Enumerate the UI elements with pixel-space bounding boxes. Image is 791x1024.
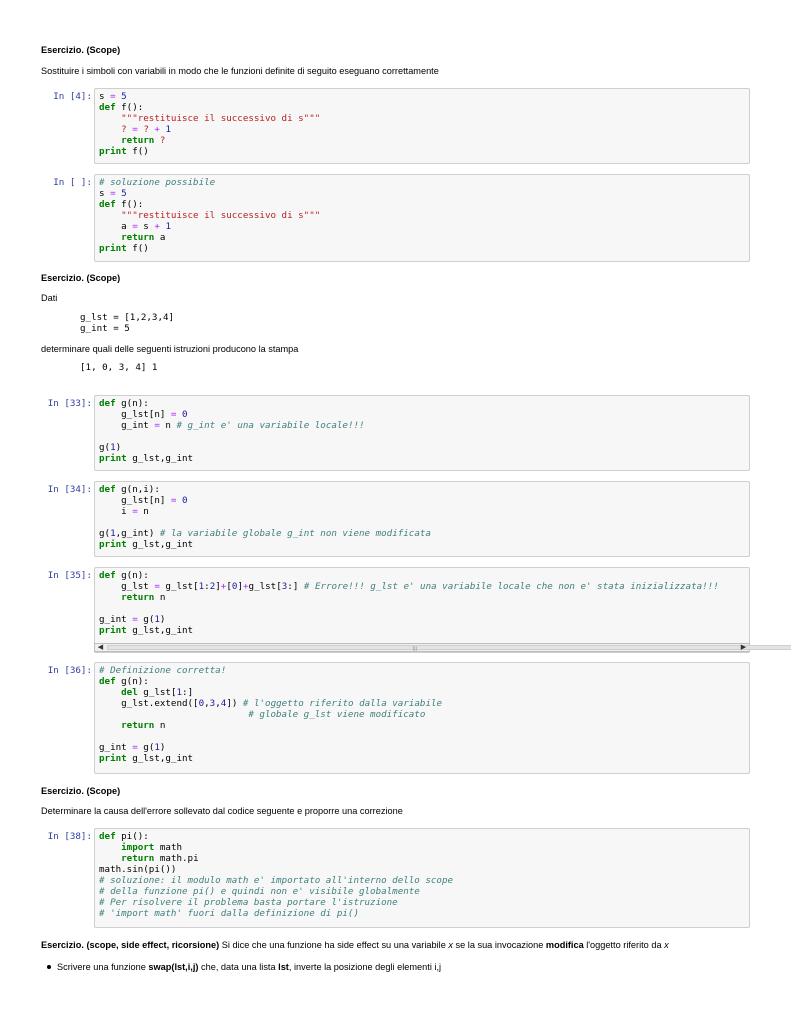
scroll-right-arrow-icon[interactable]: ▶	[739, 644, 748, 651]
scroll-left-arrow-icon[interactable]: ◀	[96, 644, 105, 651]
code-input[interactable]: def g(n): g_lst = g_lst[1:2]+[0]+g_lst[3…	[94, 567, 750, 653]
text-segment: l'oggetto riferito da	[583, 940, 665, 950]
scrollbar-thumb[interactable]: |||	[107, 645, 791, 652]
cell-prompt: In [4]:	[53, 91, 92, 102]
code-text: s = 5 def f(): """restituisce il success…	[99, 91, 321, 157]
cell-prompt: In [38]:	[47, 831, 92, 842]
cell-prompt: In [ ]:	[53, 177, 92, 188]
code-text: # soluzione possibile s = 5 def f(): """…	[99, 177, 321, 254]
code-text: def g(n): g_lst = g_lst[1:2]+[0]+g_lst[3…	[99, 570, 719, 636]
given-code: g_lst = [1,2,3,4] g_int = 5	[80, 312, 175, 334]
bullet-icon	[47, 965, 51, 970]
grip-icon: |||	[413, 646, 417, 652]
list-item: Scrivere una funzione swap(lst,i,j) che,…	[41, 962, 441, 972]
exercise-4-paragraph: Esercizio. (scope, side effect, ricorsio…	[41, 940, 669, 950]
exercise-2-title: Esercizio. (Scope)	[41, 273, 121, 283]
exercise-1-text: Sostituire i simboli con variabili in mo…	[41, 66, 439, 76]
code-input[interactable]: # Definizione corretta! def g(n): del g_…	[94, 662, 750, 774]
exercise-2-question: determinare quali delle seguenti istruzi…	[41, 344, 299, 354]
code-text: def pi(): import math return math.pi mat…	[99, 831, 454, 919]
code-text: def g(n): g_lst[n] = 0 g_int = n # g_int…	[99, 398, 365, 464]
code-input[interactable]: def g(n,i): g_lst[n] = 0 i = n g(1,g_int…	[94, 481, 750, 557]
notebook-page: Esercizio. (Scope) Sostituire i simboli …	[0, 0, 791, 1024]
exercise-2-given: Dati	[41, 293, 58, 303]
horizontal-scrollbar[interactable]: ◀ ||| ▶	[94, 643, 791, 652]
code-input[interactable]: s = 5 def f(): """restituisce il success…	[94, 88, 750, 164]
cell-prompt: In [36]:	[47, 665, 92, 676]
text-segment: che, data una lista	[198, 962, 279, 972]
expected-output-code: [1, 0, 3, 4] 1	[80, 362, 158, 373]
exercise-1-title: Esercizio. (Scope)	[41, 45, 121, 55]
variable-x: x	[664, 940, 669, 950]
code-input[interactable]: def pi(): import math return math.pi mat…	[94, 828, 750, 928]
text-segment: , inverte la posizione degli elementi i,…	[288, 962, 442, 972]
cell-prompt: In [33]:	[47, 398, 92, 409]
exercise-4-title: Esercizio. (scope, side effect, ricorsio…	[41, 940, 220, 950]
code-input[interactable]: # soluzione possibile s = 5 def f(): """…	[94, 174, 750, 262]
cell-prompt: In [35]:	[47, 570, 92, 581]
bold-modifica: modifica	[545, 940, 584, 950]
code-input[interactable]: def g(n): g_lst[n] = 0 g_int = n # g_int…	[94, 395, 750, 471]
text-segment: se la sua invocazione	[452, 940, 546, 950]
exercise-3-title: Esercizio. (Scope)	[41, 786, 121, 796]
text-segment: Scrivere una funzione	[57, 962, 149, 972]
text-segment: Si dice che una funzione ha side effect …	[219, 940, 449, 950]
function-name: swap(lst,i,j)	[148, 962, 199, 972]
code-text: # Definizione corretta! def g(n): del g_…	[99, 665, 443, 764]
exercise-3-text: Determinare la causa dell'errore solleva…	[41, 806, 403, 816]
cell-prompt: In [34]:	[47, 484, 92, 495]
param-lst: lst	[278, 962, 289, 972]
task-list: Scrivere una funzione swap(lst,i,j) che,…	[41, 962, 441, 972]
code-text: def g(n,i): g_lst[n] = 0 i = n g(1,g_int…	[99, 484, 431, 550]
